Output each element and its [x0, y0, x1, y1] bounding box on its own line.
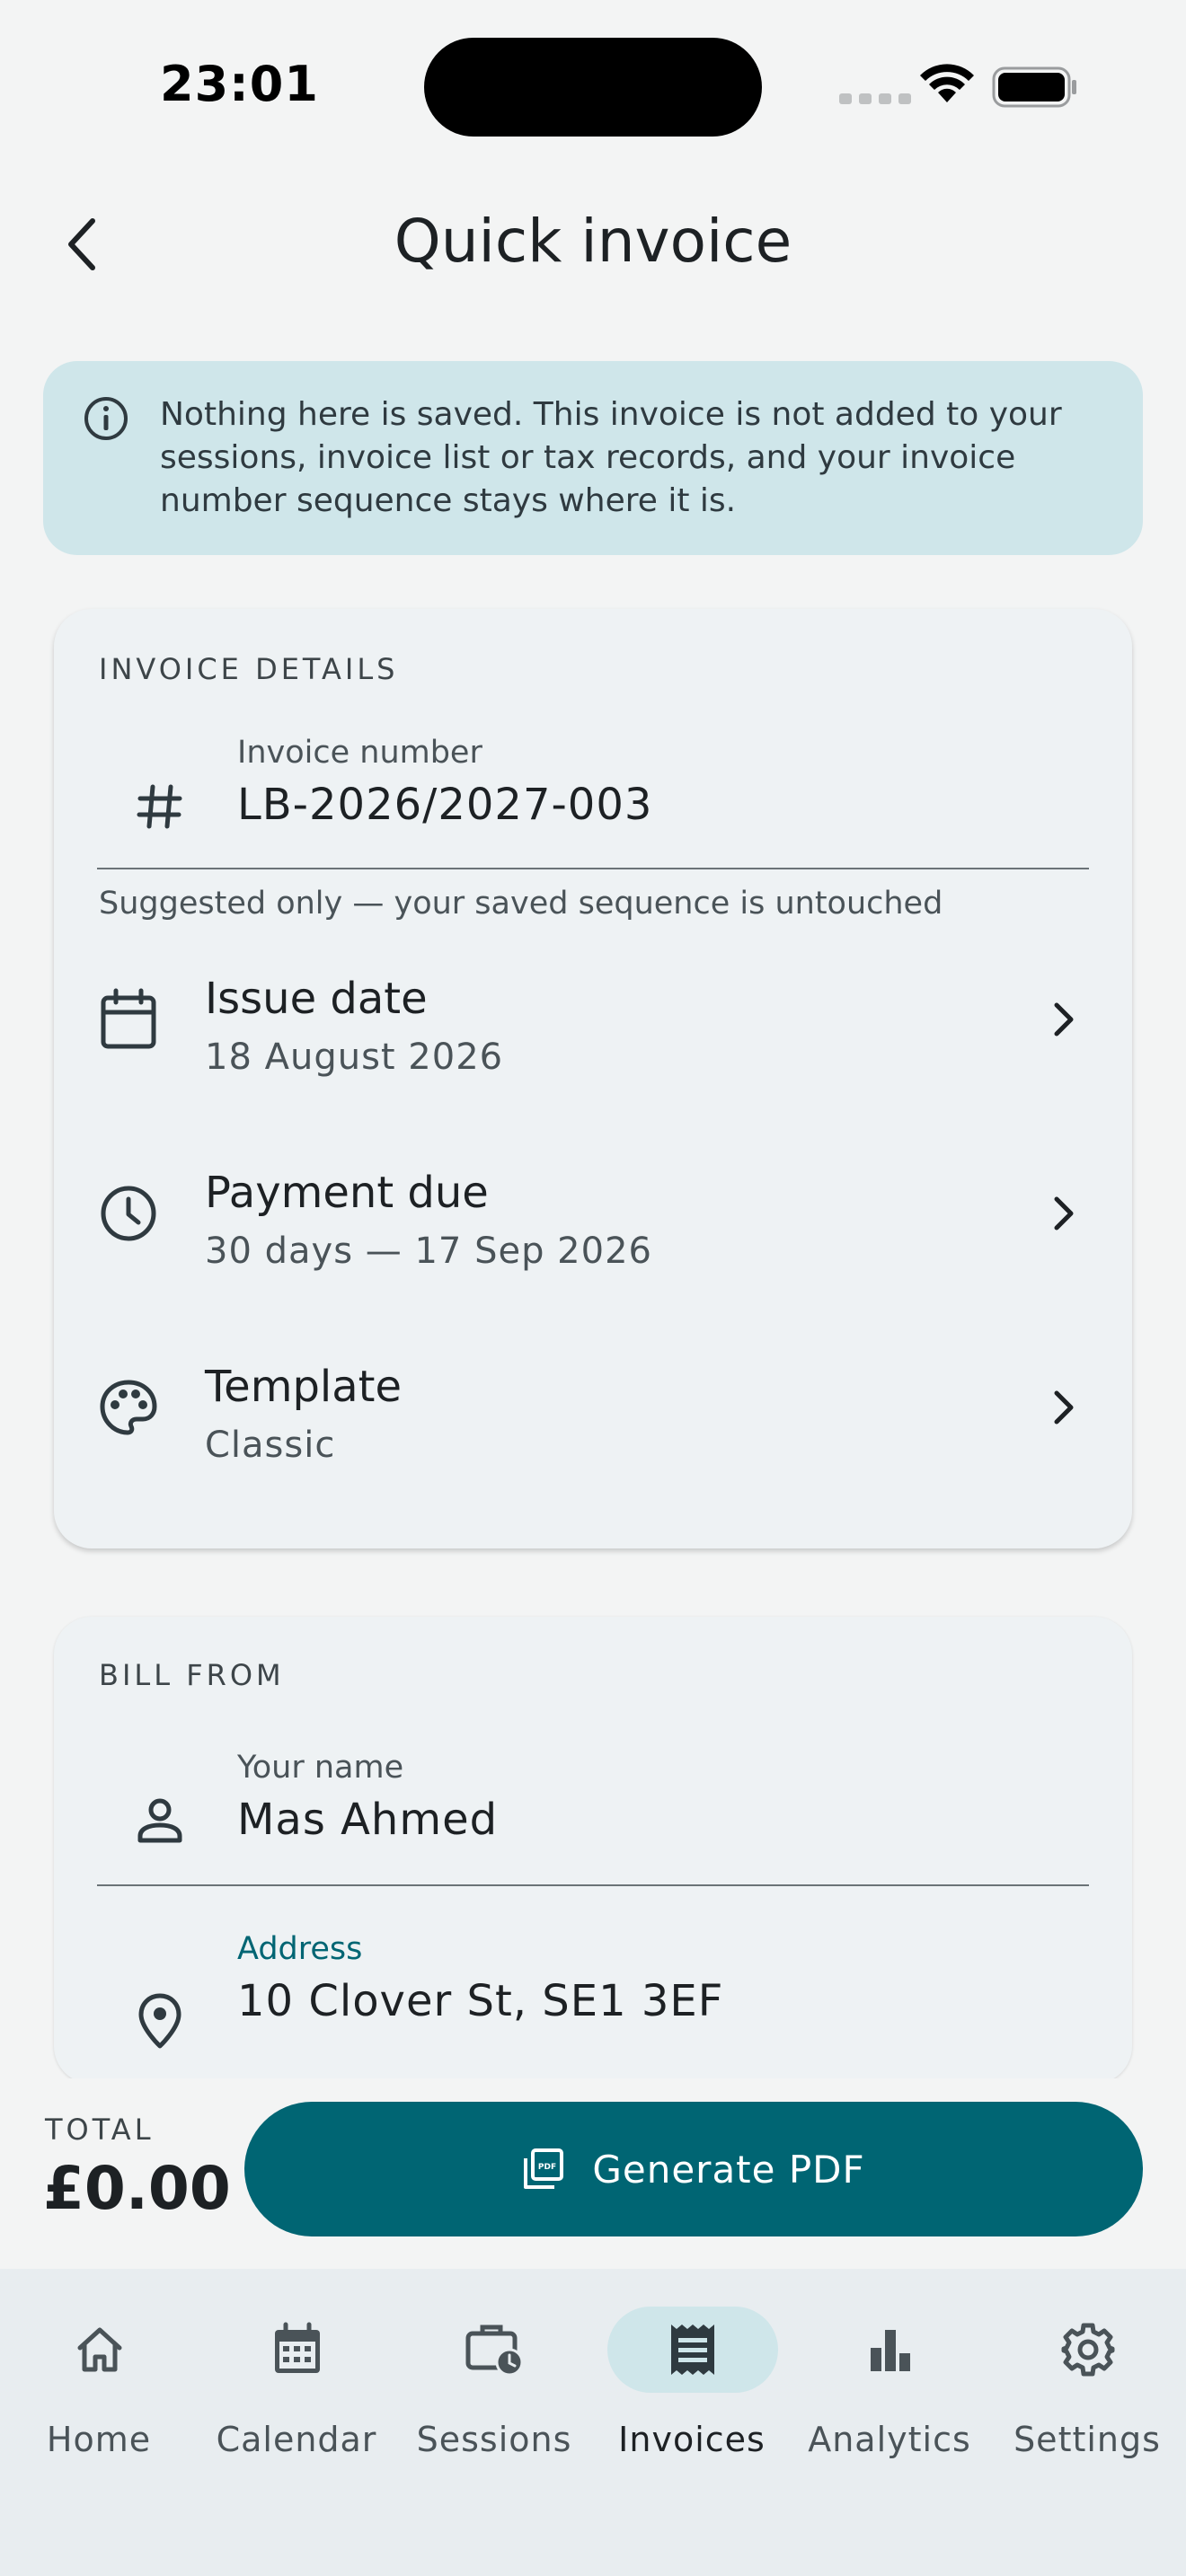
payment-due-value: 30 days — 17 Sep 2026	[205, 1231, 652, 1272]
info-banner: Nothing here is saved. This invoice is n…	[43, 361, 1143, 555]
field-underline	[97, 1884, 1089, 1886]
nav-icon-container	[14, 2307, 185, 2393]
section-title: BILL FROM	[99, 1658, 285, 1692]
sessions-icon	[465, 2325, 524, 2377]
payment-due-title: Payment due	[205, 1168, 489, 1218]
gear-icon	[1061, 2323, 1115, 2377]
dynamic-island	[424, 38, 762, 137]
location-pin-icon	[133, 1993, 187, 2049]
issue-date-title: Issue date	[205, 974, 428, 1024]
info-banner-text: Nothing here is saved. This invoice is n…	[160, 396, 1062, 519]
info-icon	[84, 397, 128, 440]
issue-date-row[interactable]: Issue date 18 August 2026	[54, 943, 1132, 1123]
total-label: TOTAL	[45, 2113, 155, 2147]
palette-icon	[97, 1376, 160, 1439]
page-title: Quick invoice	[394, 207, 792, 276]
nav-icon-container	[607, 2307, 778, 2393]
nav-icon-container	[212, 2307, 383, 2393]
person-icon	[133, 1793, 187, 1847]
bill-from-card: BILL FROM Your name Mas Ahmed Address 10…	[54, 1617, 1132, 2084]
nav-label-settings: Settings	[1013, 2420, 1161, 2459]
nav-item-home[interactable]: Home	[0, 2307, 198, 2477]
status-time: 23:01	[160, 56, 319, 112]
template-row[interactable]: Template Classic	[54, 1331, 1132, 1511]
nav-icon-container	[805, 2307, 976, 2393]
field-underline	[97, 868, 1089, 869]
hash-icon	[133, 780, 187, 834]
invoice-number-helper: Suggested only — your saved sequence is …	[99, 886, 943, 922]
your-name-value[interactable]: Mas Ahmed	[237, 1795, 498, 1845]
battery-icon	[992, 66, 1076, 108]
clock-icon	[97, 1182, 160, 1245]
total-action-bar: TOTAL £0.00 PDF Generate PDF	[0, 2078, 1186, 2269]
nav-icon-container	[410, 2307, 580, 2393]
invoice-details-card: INVOICE DETAILS Invoice number LB-2026/2…	[54, 609, 1132, 1548]
home-icon	[77, 2327, 122, 2372]
total-value: £0.00	[43, 2154, 231, 2223]
top-app-bar: Quick invoice	[0, 180, 1186, 305]
wifi-icon	[920, 64, 974, 102]
nav-item-invoices[interactable]: Invoices	[593, 2307, 791, 2477]
pdf-icon: PDF	[524, 2148, 564, 2189]
address-field[interactable]: Address 10 Clover St, SE1 3EF	[97, 1931, 1089, 2075]
analytics-icon	[871, 2330, 910, 2371]
calendar-icon	[275, 2322, 320, 2373]
chevron-right-icon	[1040, 997, 1085, 1042]
cellular-signal-icon	[839, 93, 911, 104]
status-bar: 23:01	[0, 0, 1186, 171]
your-name-label: Your name	[237, 1750, 404, 1786]
nav-icon-container	[1003, 2307, 1173, 2393]
svg-text:PDF: PDF	[538, 2163, 556, 2172]
invoice-number-value[interactable]: LB-2026/2027-003	[237, 780, 652, 830]
nav-item-calendar[interactable]: Calendar	[198, 2307, 395, 2477]
address-label: Address	[237, 1931, 363, 1967]
payment-due-row[interactable]: Payment due 30 days — 17 Sep 2026	[54, 1137, 1132, 1317]
generate-pdf-label: Generate PDF	[592, 2147, 865, 2192]
nav-item-sessions[interactable]: Sessions	[395, 2307, 593, 2477]
bottom-navigation: Home Calendar Sessions Invoices Analytic…	[0, 2269, 1186, 2576]
your-name-field[interactable]: Your name Mas Ahmed	[97, 1750, 1089, 1892]
address-value[interactable]: 10 Clover St, SE1 3EF	[237, 1976, 723, 2026]
calendar-icon	[97, 988, 160, 1051]
section-title: INVOICE DETAILS	[99, 652, 399, 686]
invoice-number-label: Invoice number	[237, 735, 482, 771]
issue-date-value: 18 August 2026	[205, 1037, 504, 1078]
chevron-right-icon	[1040, 1385, 1085, 1430]
generate-pdf-button[interactable]: PDF Generate PDF	[244, 2102, 1143, 2236]
invoice-number-field[interactable]: Invoice number LB-2026/2027-003	[97, 735, 1089, 873]
template-value: Classic	[205, 1425, 336, 1466]
template-title: Template	[205, 1362, 403, 1412]
chevron-right-icon	[1040, 1191, 1085, 1236]
nav-item-analytics[interactable]: Analytics	[791, 2307, 988, 2477]
invoice-icon	[671, 2325, 714, 2375]
nav-item-settings[interactable]: Settings	[988, 2307, 1186, 2477]
